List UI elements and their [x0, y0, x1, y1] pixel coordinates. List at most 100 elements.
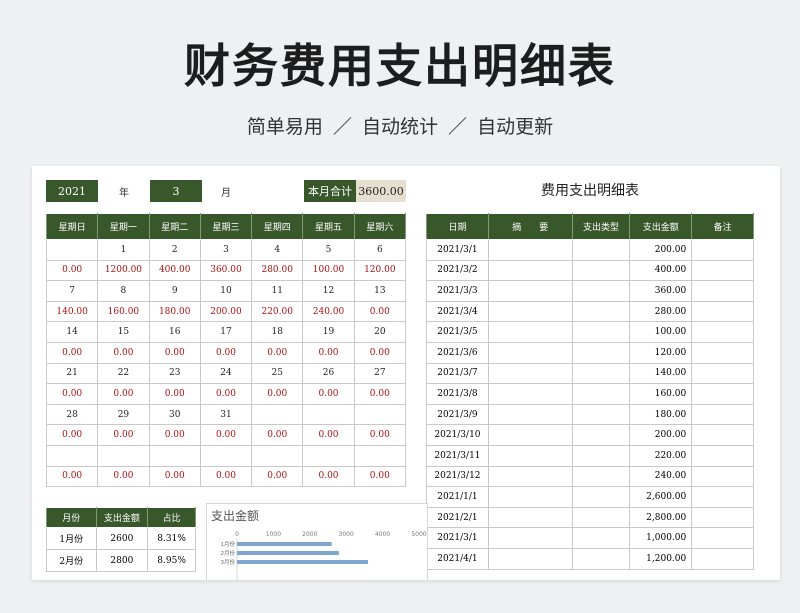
calendar-amount[interactable]: 0.00 — [45, 341, 99, 364]
monthly-cell[interactable]: 8.31% — [147, 527, 196, 550]
expense-cell[interactable] — [571, 239, 631, 261]
calendar-day[interactable]: 4 — [251, 239, 304, 261]
calendar-amount[interactable]: 1200.00 — [97, 259, 150, 282]
calendar-day[interactable]: 21 — [45, 362, 99, 385]
expense-cell[interactable] — [487, 527, 573, 549]
calendar-day[interactable] — [353, 403, 407, 426]
expense-cell[interactable]: 140.00 — [629, 362, 693, 385]
calendar-amount[interactable]: 360.00 — [199, 259, 253, 282]
expense-cell[interactable]: 400.00 — [629, 259, 693, 282]
calendar-amount[interactable]: 0.00 — [97, 341, 150, 364]
calendar-amount[interactable]: 0.00 — [302, 341, 355, 364]
calendar-day[interactable]: 12 — [302, 280, 355, 302]
calendar-amount[interactable]: 0.00 — [251, 424, 304, 446]
calendar-amount[interactable]: 0.00 — [148, 341, 201, 364]
expense-cell[interactable]: 2021/3/11 — [426, 444, 489, 467]
expense-cell[interactable]: 160.00 — [629, 383, 693, 405]
calendar-day[interactable]: 17 — [199, 321, 253, 343]
expense-cell[interactable] — [487, 300, 573, 323]
calendar-day[interactable]: 31 — [199, 403, 253, 426]
expense-cell[interactable]: 2021/3/3 — [426, 280, 489, 302]
monthly-cell[interactable]: 2月份 — [46, 549, 97, 572]
calendar-day[interactable] — [97, 444, 150, 467]
calendar-amount[interactable]: 0.00 — [353, 383, 407, 405]
year-cell[interactable]: 2021 — [46, 180, 98, 202]
expense-cell[interactable] — [691, 403, 754, 426]
calendar-amount[interactable]: 0.00 — [97, 383, 150, 405]
calendar-day[interactable]: 28 — [45, 403, 99, 426]
expense-cell[interactable] — [487, 444, 573, 467]
calendar-amount[interactable]: 200.00 — [199, 300, 253, 323]
calendar-day[interactable] — [148, 444, 201, 467]
calendar-day[interactable]: 14 — [45, 321, 99, 343]
expense-cell[interactable]: 2021/3/12 — [426, 465, 489, 488]
calendar-amount[interactable]: 0.00 — [45, 383, 99, 405]
calendar-amount[interactable]: 0.00 — [97, 465, 150, 488]
expense-cell[interactable] — [487, 506, 573, 529]
calendar-day[interactable] — [302, 403, 355, 426]
expense-cell[interactable]: 2021/3/2 — [426, 259, 489, 282]
calendar-amount[interactable]: 160.00 — [97, 300, 150, 323]
expense-cell[interactable] — [571, 547, 631, 570]
expense-cell[interactable] — [487, 424, 573, 446]
calendar-day[interactable]: 29 — [97, 403, 150, 426]
calendar-amount[interactable]: 0.00 — [199, 341, 253, 364]
calendar-day[interactable]: 11 — [251, 280, 304, 302]
expense-cell[interactable]: 2021/4/1 — [426, 547, 489, 570]
calendar-amount[interactable]: 280.00 — [251, 259, 304, 282]
expense-cell[interactable]: 2021/2/1 — [426, 506, 489, 529]
expense-cell[interactable]: 240.00 — [629, 465, 693, 488]
calendar-day[interactable] — [45, 444, 99, 467]
expense-cell[interactable] — [691, 527, 754, 549]
calendar-day[interactable]: 6 — [353, 239, 407, 261]
expense-cell[interactable] — [487, 465, 573, 488]
calendar-amount[interactable]: 180.00 — [148, 300, 201, 323]
calendar-day[interactable] — [251, 403, 304, 426]
expense-cell[interactable] — [487, 280, 573, 302]
expense-cell[interactable]: 200.00 — [629, 424, 693, 446]
calendar-amount[interactable]: 0.00 — [148, 465, 201, 488]
expense-cell[interactable] — [487, 383, 573, 405]
calendar-day[interactable]: 2 — [148, 239, 201, 261]
calendar-amount[interactable]: 0.00 — [199, 465, 253, 488]
calendar-amount[interactable]: 0.00 — [45, 465, 99, 488]
expense-cell[interactable] — [487, 239, 573, 261]
expense-cell[interactable]: 2021/3/6 — [426, 341, 489, 364]
calendar-day[interactable]: 3 — [199, 239, 253, 261]
expense-cell[interactable] — [691, 465, 754, 488]
expense-cell[interactable] — [571, 506, 631, 529]
expense-cell[interactable] — [571, 424, 631, 446]
calendar-day[interactable]: 10 — [199, 280, 253, 302]
calendar-day[interactable]: 13 — [353, 280, 407, 302]
calendar-day[interactable] — [251, 444, 304, 467]
calendar-amount[interactable]: 0.00 — [251, 341, 304, 364]
calendar-amount[interactable]: 0.00 — [97, 424, 150, 446]
calendar-amount[interactable]: 0.00 — [353, 300, 407, 323]
expense-cell[interactable] — [487, 321, 573, 343]
expense-cell[interactable] — [691, 547, 754, 570]
expense-cell[interactable] — [571, 465, 631, 488]
calendar-amount[interactable]: 0.00 — [148, 424, 201, 446]
expense-cell[interactable]: 2,800.00 — [629, 506, 693, 529]
expense-cell[interactable]: 2,600.00 — [629, 486, 693, 508]
calendar-day[interactable]: 16 — [148, 321, 201, 343]
monthly-cell[interactable]: 2800 — [95, 549, 149, 572]
expense-cell[interactable] — [691, 259, 754, 282]
calendar-day[interactable]: 23 — [148, 362, 201, 385]
expense-cell[interactable] — [571, 383, 631, 405]
calendar-amount[interactable]: 0.00 — [45, 259, 99, 282]
expense-cell[interactable]: 2021/3/8 — [426, 383, 489, 405]
expense-cell[interactable] — [691, 383, 754, 405]
expense-cell[interactable] — [487, 486, 573, 508]
calendar-day[interactable]: 27 — [353, 362, 407, 385]
calendar-amount[interactable]: 0.00 — [199, 383, 253, 405]
calendar-day[interactable] — [302, 444, 355, 467]
month-cell[interactable]: 3 — [150, 180, 202, 202]
expense-cell[interactable]: 100.00 — [629, 321, 693, 343]
calendar-day[interactable] — [353, 444, 407, 467]
expense-cell[interactable]: 2021/3/7 — [426, 362, 489, 385]
expense-cell[interactable] — [691, 424, 754, 446]
expense-cell[interactable] — [487, 547, 573, 570]
expense-cell[interactable]: 2021/3/1 — [426, 527, 489, 549]
expense-cell[interactable] — [487, 403, 573, 426]
